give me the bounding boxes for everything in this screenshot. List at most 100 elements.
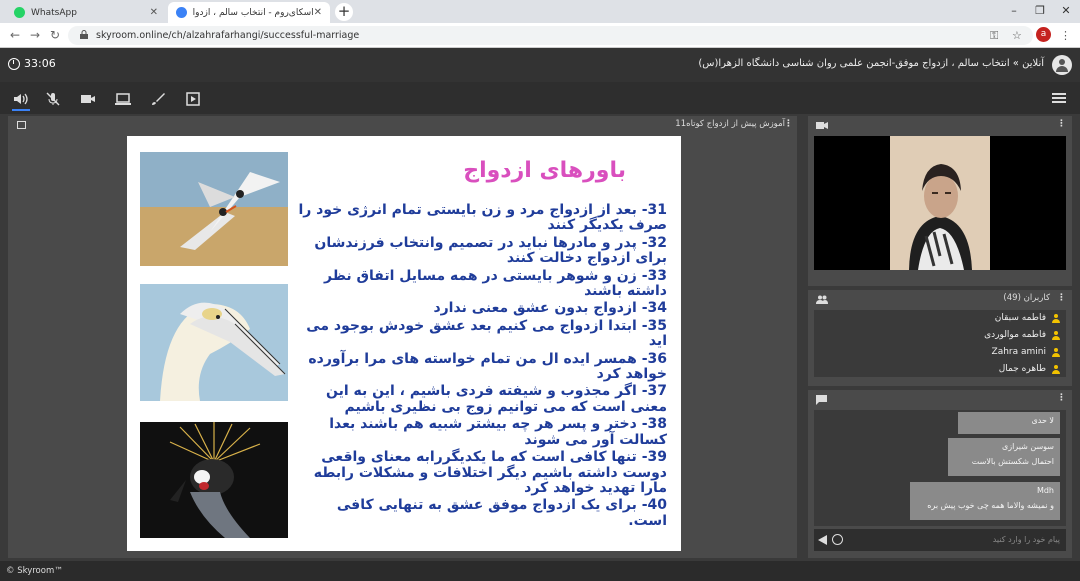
close-icon[interactable]: ✕: [314, 7, 322, 18]
room-toolbar: [0, 82, 1080, 114]
chat-message: Mdh و نمیشه والاما همه چی خوب پیش بره: [910, 482, 1060, 520]
slide: باورهای ازدواج 31- بعد از ازدواج مرد و ز…: [127, 136, 681, 551]
chat-message: سوسن شیرازی احتمال شکستش بالاست: [948, 438, 1060, 476]
panel-menu-icon[interactable]: ⋮: [1057, 293, 1066, 303]
video-panel: ⋮: [808, 116, 1072, 286]
media-icon[interactable]: [185, 91, 201, 106]
chat-icon: [816, 395, 827, 405]
users-header: کاربران (49) ⋮: [808, 290, 1072, 308]
emoji-icon[interactable]: [832, 534, 843, 545]
presentation-panel: آموزش پیش از ازدواج کوتاه11 ⋮ باورهای از…: [8, 116, 797, 558]
chat-header: ⋮: [808, 390, 1072, 408]
camera-icon[interactable]: [80, 91, 96, 105]
panel-menu-icon[interactable]: ⋮: [1057, 393, 1066, 403]
footer-brand: © Skyroom™: [6, 566, 63, 576]
close-icon[interactable]: ✕: [150, 7, 158, 18]
screen-share-icon[interactable]: [115, 91, 131, 105]
room-title: آنلاین » انتخاب سالم ، ازدواج موفق-انجمن…: [698, 58, 1044, 69]
room-header: 33:06 آنلاین » انتخاب سالم ، ازدواج موفق…: [0, 48, 1080, 82]
list-item[interactable]: فاطمه موالوردی: [814, 327, 1066, 344]
profile-avatar[interactable]: a: [1036, 27, 1051, 42]
whatsapp-icon: [14, 7, 25, 18]
user-icon: [1051, 365, 1060, 374]
tab-whatsapp[interactable]: WhatsApp ✕: [6, 2, 166, 23]
new-tab-button[interactable]: +: [335, 3, 353, 21]
tab-title: اسکای‌روم - انتخاب سالم ، ازدواج در...: [193, 7, 314, 18]
birds-image-terns: [140, 152, 288, 266]
user-icon: [1051, 314, 1060, 323]
slide-item: 37- اگر مجذوب و شیفته فردی باشیم ، این ب…: [325, 383, 667, 415]
chat-input[interactable]: پیام خود را وارد کنید: [814, 529, 1066, 551]
video-feed: [814, 136, 1066, 270]
panel-menu-icon[interactable]: ⋮: [784, 119, 793, 129]
chat-messages: لا حدی سوسن شیرازی احتمال شکستش بالاست M…: [814, 410, 1066, 526]
footer: © Skyroom™: [0, 561, 1080, 581]
maximize-button[interactable]: ❐: [1026, 0, 1054, 23]
back-icon[interactable]: ←: [10, 28, 20, 42]
hamburger-menu-icon[interactable]: [1052, 93, 1066, 103]
user-icon: [1051, 331, 1060, 340]
skyroom-icon: [176, 7, 187, 18]
forward-icon[interactable]: →: [30, 28, 40, 42]
key-icon[interactable]: ⚿: [990, 29, 998, 43]
camera-icon: [816, 122, 828, 129]
minimize-button[interactable]: –: [1000, 0, 1028, 23]
address-bar-row: ← → ↻ skyroom.online/ch/alzahrafarhangi/…: [0, 23, 1080, 48]
birds-image-crane: [140, 422, 288, 538]
user-icon: [1051, 348, 1060, 357]
list-item[interactable]: Zahra amini: [814, 344, 1066, 361]
fullscreen-icon[interactable]: [17, 121, 26, 129]
browser-tab-bar: WhatsApp ✕ اسکای‌روم - انتخاب سالم ، ازد…: [0, 0, 1080, 23]
message-sender: Mdh: [1036, 486, 1054, 495]
presentation-header: آموزش پیش از ازدواج کوتاه11 ⋮: [8, 116, 797, 134]
slide-item: 38- دختر و پسر هر چه بیشتر شبیه هم باشند…: [329, 416, 667, 448]
message-sender: لا حدی: [1031, 416, 1054, 425]
star-icon[interactable]: ☆: [1012, 29, 1022, 42]
message-text: و نمیشه والاما همه چی خوب پیش بره: [927, 501, 1054, 510]
slide-item: 35- ابتدا ازدواج می کنیم بعد عشق خودش بو…: [306, 317, 667, 350]
tab-title: WhatsApp: [31, 7, 77, 18]
more-icon[interactable]: ⋮: [1060, 29, 1071, 42]
url-text: skyroom.online/ch/alzahrafarhangi/succes…: [96, 30, 360, 41]
slide-item: 31- بعد از ازدواج مرد و زن بایستی تمام ا…: [298, 202, 667, 234]
list-item[interactable]: طاهره جمال: [814, 361, 1066, 377]
slide-item: 39- تنها کافی است که ما یکدیگررابه معنای…: [313, 449, 667, 496]
slide-item: 34- ازدواج بدون عشق معنی ندارد: [433, 300, 667, 317]
slide-list: 31- بعد از ازدواج مرد و زن بایستی تمام ا…: [297, 202, 667, 531]
chat-message: لا حدی: [958, 412, 1060, 434]
speaker-icon[interactable]: [12, 91, 30, 111]
send-icon[interactable]: [818, 535, 827, 545]
user-name: فاطمه موالوردی: [984, 330, 1046, 340]
users-title: کاربران (49): [1003, 293, 1050, 303]
birds-image-gannets: [140, 284, 288, 401]
mic-off-icon[interactable]: [45, 91, 61, 106]
users-icon: [816, 295, 828, 304]
brush-icon[interactable]: [150, 91, 166, 105]
user-name: فاطمه سبقان: [994, 313, 1046, 323]
slide-title: باورهای ازدواج: [463, 158, 626, 183]
slide-item: 32- پدر و مادرها نباید در تصمیم وانتخاب …: [314, 234, 667, 267]
slide-item: 40- برای یک ازدواج موفق عشق به تنهایی کا…: [336, 497, 667, 529]
document-title: آموزش پیش از ازدواج کوتاه11: [675, 119, 785, 129]
video-header: ⋮: [808, 116, 1072, 134]
lock-icon: [80, 30, 88, 39]
users-panel: کاربران (49) ⋮ فاطمه سبقان فاطمه موالورد…: [808, 290, 1072, 386]
user-name: طاهره جمال: [998, 364, 1046, 374]
url-input[interactable]: skyroom.online/ch/alzahrafarhangi/succes…: [68, 26, 1033, 45]
timer: 33:06: [8, 57, 56, 70]
user-profile-icon[interactable]: [1052, 55, 1072, 75]
timer-value: 33:06: [24, 57, 56, 70]
clock-icon: [8, 57, 20, 70]
user-name: Zahra amini: [991, 347, 1046, 357]
reload-icon[interactable]: ↻: [50, 28, 60, 42]
window-close-button[interactable]: ✕: [1052, 0, 1080, 23]
message-text: احتمال شکستش بالاست: [971, 457, 1054, 466]
slide-item: 33- زن و شوهر بایستی در همه مسایل اتفاق …: [324, 267, 667, 300]
panel-menu-icon[interactable]: ⋮: [1057, 119, 1066, 129]
chat-panel: ⋮ لا حدی سوسن شیرازی احتمال شکستش بالاست…: [808, 390, 1072, 558]
slide-item: 36- همسر ایده ال من تمام خواسته های مرا …: [308, 350, 667, 383]
list-item[interactable]: فاطمه سبقان: [814, 310, 1066, 327]
users-list: فاطمه سبقان فاطمه موالوردی Zahra amini ط…: [814, 310, 1066, 377]
tab-skyroom[interactable]: اسکای‌روم - انتخاب سالم ، ازدواج در... ✕: [168, 2, 330, 23]
chat-input-placeholder: پیام خود را وارد کنید: [992, 535, 1060, 544]
